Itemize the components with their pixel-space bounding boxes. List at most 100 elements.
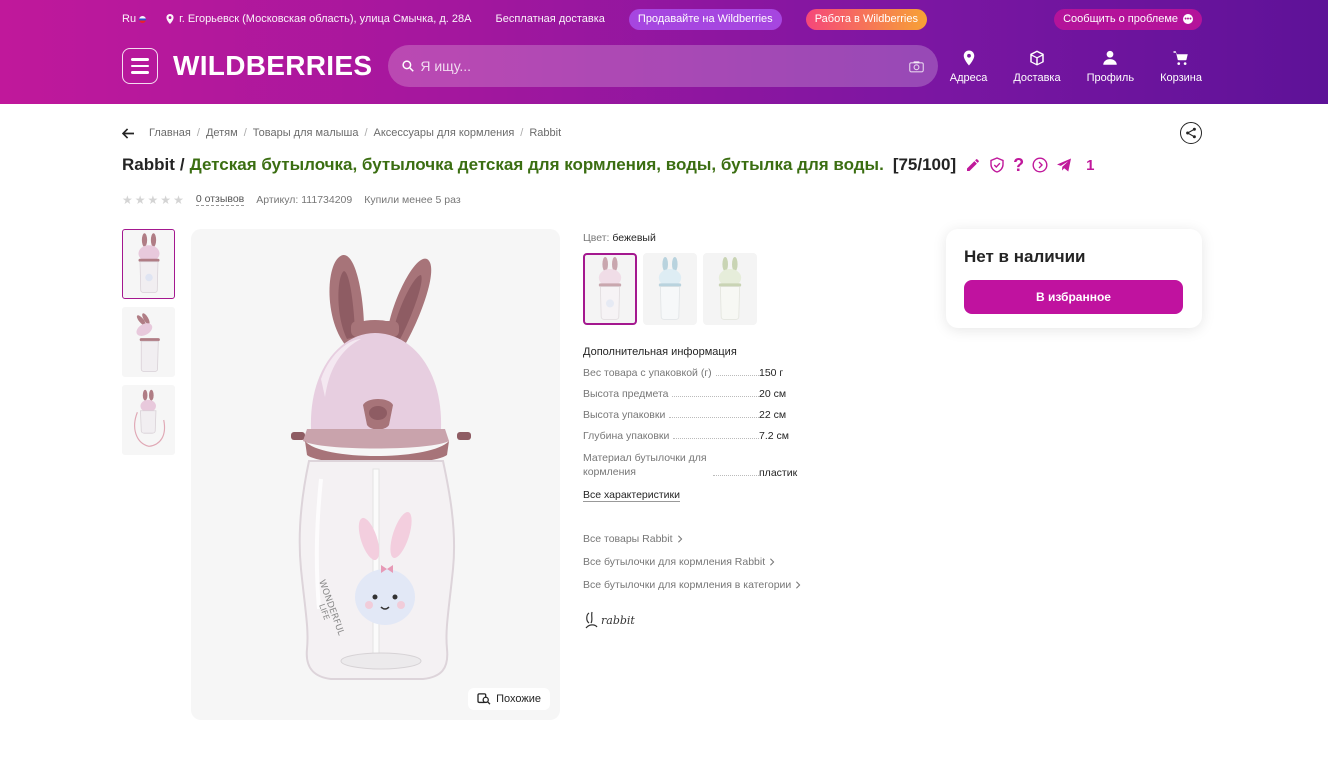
product-title: Rabbit / Детская бутылочка, бутылочка де…	[122, 155, 1094, 175]
color-swatch-green[interactable]	[703, 253, 757, 325]
breadcrumb-item[interactable]: Аксессуары для кормления	[374, 127, 515, 139]
title-separator: /	[179, 155, 185, 174]
menu-bar	[131, 71, 149, 74]
chevron-circle-right-icon[interactable]	[1032, 157, 1048, 173]
share-button[interactable]	[1180, 122, 1202, 144]
link-label: Все бутылочки для кормления Rabbit	[583, 556, 766, 568]
purchase-count: Купили менее 5 раз	[364, 193, 461, 206]
nav-cart-label: Корзина	[1160, 71, 1202, 84]
product-brand[interactable]: Rabbit	[122, 155, 175, 175]
characteristic-name: Высота предмета	[583, 388, 673, 400]
user-icon	[1103, 50, 1118, 65]
search-bar[interactable]	[388, 45, 939, 87]
nav-delivery-label: Доставка	[1013, 71, 1061, 84]
product-name: Детская бутылочка, бутылочка детская для…	[189, 155, 884, 174]
search-icon	[402, 60, 415, 72]
search-input[interactable]	[420, 58, 910, 74]
similar-products-label: Похожие	[496, 693, 541, 705]
report-problem-button[interactable]: Сообщить о проблеме •••	[1054, 8, 1202, 30]
breadcrumb-separator: /	[196, 127, 200, 139]
sell-on-wildberries-button[interactable]: Продавайте на Wildberries	[628, 8, 782, 30]
breadcrumb-separator: /	[243, 127, 247, 139]
brand-bottles-link[interactable]: Все бутылочки для кормления Rabbit	[583, 556, 923, 568]
cart-icon	[1173, 50, 1188, 65]
characteristic-row: Материал бутылочки для кормления пластик	[583, 451, 923, 479]
header-main-row: WILDBERRIES Адреса Доставка Профиль Корз…	[122, 45, 1202, 87]
characteristic-value: 7.2 см	[759, 430, 789, 442]
rabbit-logo-icon	[585, 611, 598, 629]
camera-search-icon[interactable]	[909, 60, 925, 73]
link-label: Все товары Rabbit	[583, 533, 673, 545]
brand-logo[interactable]: rabbit	[583, 611, 923, 629]
nav-cart[interactable]: Корзина	[1160, 49, 1202, 84]
site-header: Ru г. Егорьевск (Московская область), ул…	[0, 0, 1328, 104]
search-similar-icon	[477, 693, 491, 705]
characteristic-name: Высота упаковки	[583, 409, 670, 421]
nav-profile[interactable]: Профиль	[1086, 49, 1135, 84]
breadcrumb: Главная / Детям / Товары для малыша / Аксес…	[122, 126, 561, 140]
share-icon	[1186, 127, 1196, 139]
star-icon: ★	[147, 192, 159, 207]
product-main-image[interactable]: WONDERFUL LIFE Похожие	[191, 229, 560, 720]
color-label: Цвет:	[583, 232, 610, 244]
bottle-open-thumbnail-image	[135, 313, 160, 372]
baby-bottle-image: WONDERFUL LIFE	[291, 254, 471, 680]
breadcrumb-item[interactable]: Главная	[149, 127, 191, 139]
free-delivery-link[interactable]: Бесплатная доставка	[495, 13, 604, 25]
characteristic-row: Глубина упаковки 7.2 см	[583, 430, 923, 442]
characteristic-row: Вес товара с упаковкой (г) 150 г	[583, 367, 923, 379]
bottle-strap-thumbnail-image	[133, 389, 165, 447]
menu-button[interactable]	[122, 48, 158, 84]
color-value: бежевый	[612, 232, 656, 244]
thumbnail-item[interactable]	[122, 307, 175, 377]
color-line: Цвет: бежевый	[583, 232, 923, 244]
characteristic-row: Высота упаковки 22 см	[583, 409, 923, 421]
all-brand-products-link[interactable]: Все товары Rabbit	[583, 533, 923, 545]
similar-products-button[interactable]: Похожие	[468, 688, 550, 710]
breadcrumb-separator: /	[364, 127, 368, 139]
breadcrumb-item[interactable]: Товары для малыша	[253, 127, 359, 139]
pencil-icon[interactable]	[965, 157, 981, 173]
nav-delivery[interactable]: Доставка	[1013, 49, 1061, 84]
telegram-icon[interactable]	[1056, 157, 1072, 173]
brand-logo-text: rabbit	[601, 613, 635, 627]
characteristic-value: 22 см	[759, 409, 787, 421]
nav-addresses-label: Адреса	[949, 71, 988, 84]
color-swatch-beige[interactable]	[583, 253, 637, 325]
box-icon	[1030, 50, 1044, 65]
report-problem-label: Сообщить о проблеме	[1063, 13, 1178, 25]
delivery-address[interactable]: г. Егорьевск (Московская область), улица…	[166, 13, 471, 25]
reviews-link[interactable]: 0 отзывов	[195, 193, 245, 206]
star-icon: ★	[122, 192, 133, 207]
title-actions: ? 1	[965, 156, 1094, 174]
telegram-count: 1	[1086, 156, 1095, 174]
breadcrumb-item[interactable]: Детям	[206, 127, 238, 139]
category-bottles-link[interactable]: Все бутылочки для кормления в категории	[583, 579, 923, 591]
language-selector[interactable]: Ru	[122, 13, 147, 25]
thumbnail-item[interactable]	[122, 385, 175, 455]
all-characteristics-link[interactable]: Все характеристики	[583, 489, 680, 502]
thumbnail-item[interactable]	[122, 229, 175, 299]
shield-check-icon[interactable]	[989, 157, 1005, 173]
nav-profile-label: Профиль	[1086, 71, 1135, 84]
chevron-right-icon	[677, 535, 682, 543]
buy-box: Нет в наличии В избранное	[946, 229, 1202, 328]
article-number[interactable]: Артикул: 111734209	[256, 194, 352, 206]
breadcrumb-separator: /	[520, 127, 524, 139]
work-at-wildberries-button[interactable]: Работа в Wildberries	[805, 8, 927, 30]
characteristic-name: Вес товара с упаковкой (г)	[583, 367, 716, 379]
wildberries-logo[interactable]: WILDBERRIES	[173, 50, 372, 82]
help-icon[interactable]: ?	[1013, 156, 1024, 174]
nav-addresses[interactable]: Адреса	[949, 49, 988, 84]
location-pin-icon	[963, 50, 974, 65]
bottle-beige-image	[598, 257, 622, 320]
product-details: Цвет: бежевый Дополнительная информация …	[583, 229, 923, 629]
availability-status: Нет в наличии	[964, 247, 1086, 266]
language-label: Ru	[122, 13, 137, 25]
star-icon: ★	[134, 192, 146, 207]
back-arrow-icon[interactable]	[122, 126, 136, 140]
header-nav: Адреса Доставка Профиль Корзина	[950, 49, 1202, 84]
breadcrumb-item[interactable]: Rabbit	[529, 127, 561, 139]
color-swatch-blue[interactable]	[643, 253, 697, 325]
add-to-favorites-button[interactable]: В избранное	[964, 280, 1183, 314]
